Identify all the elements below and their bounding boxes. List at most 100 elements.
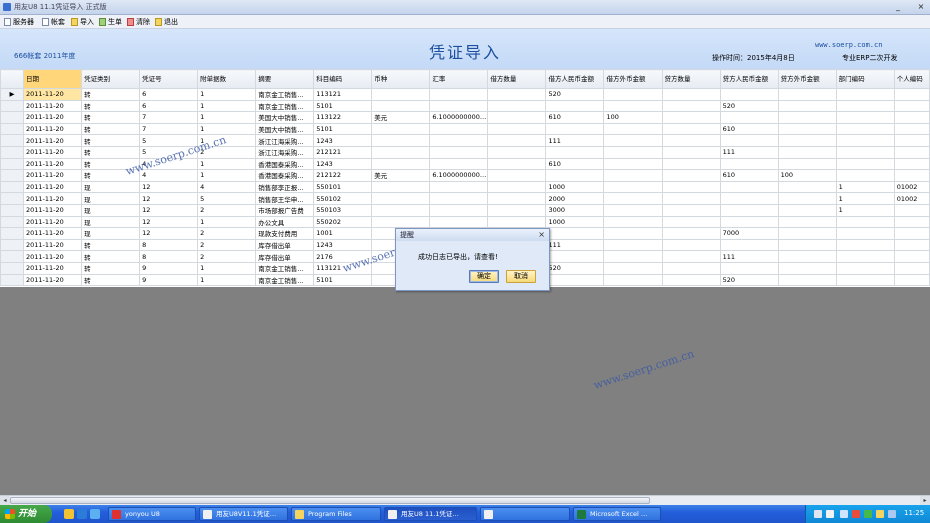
- table-cell[interactable]: 2011-11-20: [23, 111, 83, 124]
- table-cell[interactable]: [719, 261, 779, 275]
- scrollbar-thumb[interactable]: [10, 497, 650, 504]
- table-cell[interactable]: [545, 122, 605, 136]
- table-cell[interactable]: 2011-11-20: [23, 250, 83, 263]
- table-cell[interactable]: 113122: [313, 111, 373, 124]
- table-cell[interactable]: 1243: [313, 157, 373, 171]
- table-cell[interactable]: [893, 261, 930, 275]
- table-cell[interactable]: 1: [835, 203, 895, 217]
- table-cell[interactable]: 12: [139, 180, 199, 194]
- table-cell[interactable]: [429, 215, 489, 229]
- desktop-icon[interactable]: [90, 509, 100, 519]
- table-cell[interactable]: 12: [139, 192, 199, 205]
- table-cell[interactable]: [603, 122, 663, 136]
- row-header[interactable]: [0, 227, 25, 240]
- column-header[interactable]: 凭证类别: [81, 69, 141, 89]
- column-header[interactable]: 日期: [23, 69, 83, 89]
- exit-button[interactable]: 退出: [155, 17, 178, 27]
- table-cell[interactable]: [661, 145, 721, 159]
- table-cell[interactable]: 520: [545, 261, 605, 275]
- table-cell[interactable]: [603, 238, 663, 252]
- table-cell[interactable]: [777, 227, 837, 240]
- table-cell[interactable]: 转: [81, 99, 141, 113]
- row-header[interactable]: [0, 238, 25, 252]
- start-button[interactable]: 开始: [0, 505, 52, 523]
- table-cell[interactable]: [893, 250, 930, 263]
- table-cell[interactable]: 2011-11-20: [23, 238, 83, 252]
- column-header[interactable]: 贷方外币金额: [777, 69, 837, 89]
- table-cell[interactable]: 2011-11-20: [23, 145, 83, 159]
- table-cell[interactable]: [777, 145, 837, 159]
- table-cell[interactable]: [371, 180, 431, 194]
- table-cell[interactable]: [603, 215, 663, 229]
- table-cell[interactable]: [371, 122, 431, 136]
- table-cell[interactable]: [603, 261, 663, 275]
- table-cell[interactable]: [603, 227, 663, 240]
- table-cell[interactable]: 2011-11-20: [23, 203, 83, 217]
- table-cell[interactable]: 2011-11-20: [23, 169, 83, 182]
- table-cell[interactable]: 111: [719, 250, 779, 263]
- table-cell[interactable]: 1: [197, 273, 257, 287]
- column-header[interactable]: 借方人民币金额: [545, 69, 605, 89]
- table-cell[interactable]: [835, 145, 895, 159]
- table-row[interactable]: 2011-11-20 现 12 2 市场部报广告费 550103 3000 1: [0, 203, 930, 217]
- table-cell[interactable]: [661, 238, 721, 252]
- table-cell[interactable]: [603, 180, 663, 194]
- table-cell[interactable]: [487, 88, 547, 101]
- table-cell[interactable]: [661, 215, 721, 229]
- table-cell[interactable]: 美国大中销售…: [255, 122, 315, 136]
- speaker-icon[interactable]: [876, 510, 884, 518]
- table-cell[interactable]: [893, 157, 930, 171]
- table-cell[interactable]: [603, 169, 663, 182]
- table-row[interactable]: 2011-11-20 转 7 1 美国大中销售… 5101 610: [0, 122, 930, 136]
- table-cell[interactable]: 转: [81, 273, 141, 287]
- table-cell[interactable]: 6.1000000000…: [429, 169, 489, 182]
- table-cell[interactable]: 现: [81, 227, 141, 240]
- table-cell[interactable]: [661, 261, 721, 275]
- table-cell[interactable]: 转: [81, 145, 141, 159]
- table-cell[interactable]: [545, 169, 605, 182]
- column-header[interactable]: 摘要: [255, 69, 315, 89]
- table-cell[interactable]: [719, 238, 779, 252]
- table-cell[interactable]: [487, 99, 547, 113]
- table-cell[interactable]: [487, 157, 547, 171]
- table-cell[interactable]: [603, 203, 663, 217]
- row-header[interactable]: [0, 180, 25, 194]
- table-cell[interactable]: [777, 273, 837, 287]
- table-cell[interactable]: 7: [139, 111, 199, 124]
- table-cell[interactable]: 5101: [313, 122, 373, 136]
- table-cell[interactable]: 4: [197, 180, 257, 194]
- table-cell[interactable]: 销售部王华申…: [255, 192, 315, 205]
- table-cell[interactable]: 550202: [313, 215, 373, 229]
- table-cell[interactable]: [487, 111, 547, 124]
- table-cell[interactable]: 2011-11-20: [23, 88, 83, 101]
- table-row[interactable]: 2011-11-20 现 12 1 办公文具 550202 1000: [0, 215, 930, 229]
- table-cell[interactable]: 2: [197, 227, 257, 240]
- table-cell[interactable]: [835, 227, 895, 240]
- table-cell[interactable]: [835, 169, 895, 182]
- table-cell[interactable]: [545, 99, 605, 113]
- table-cell[interactable]: 现: [81, 215, 141, 229]
- table-cell[interactable]: [661, 111, 721, 124]
- table-cell[interactable]: [545, 250, 605, 263]
- table-cell[interactable]: [603, 192, 663, 205]
- table-cell[interactable]: 2011-11-20: [23, 122, 83, 136]
- table-cell[interactable]: [835, 99, 895, 113]
- table-cell[interactable]: 销售部李正报…: [255, 180, 315, 194]
- table-cell[interactable]: [893, 145, 930, 159]
- table-cell[interactable]: 南京金工销售…: [255, 273, 315, 287]
- table-cell[interactable]: [545, 227, 605, 240]
- table-cell[interactable]: [487, 169, 547, 182]
- row-header[interactable]: [0, 134, 25, 147]
- table-cell[interactable]: 2000: [545, 192, 605, 205]
- table-cell[interactable]: [719, 88, 779, 101]
- table-cell[interactable]: [893, 215, 930, 229]
- table-cell[interactable]: [429, 88, 489, 101]
- taskbar-item[interactable]: 用友U8V11.1凭证…: [199, 507, 288, 521]
- table-cell[interactable]: [777, 261, 837, 275]
- horizontal-scrollbar[interactable]: ◂ ▸: [0, 495, 930, 505]
- table-cell[interactable]: [835, 250, 895, 263]
- scroll-left-arrow-icon[interactable]: ◂: [0, 496, 10, 505]
- table-cell[interactable]: 1: [197, 88, 257, 101]
- taskbar-item[interactable]: yonyou U8: [108, 507, 196, 521]
- table-cell[interactable]: 1001: [313, 227, 373, 240]
